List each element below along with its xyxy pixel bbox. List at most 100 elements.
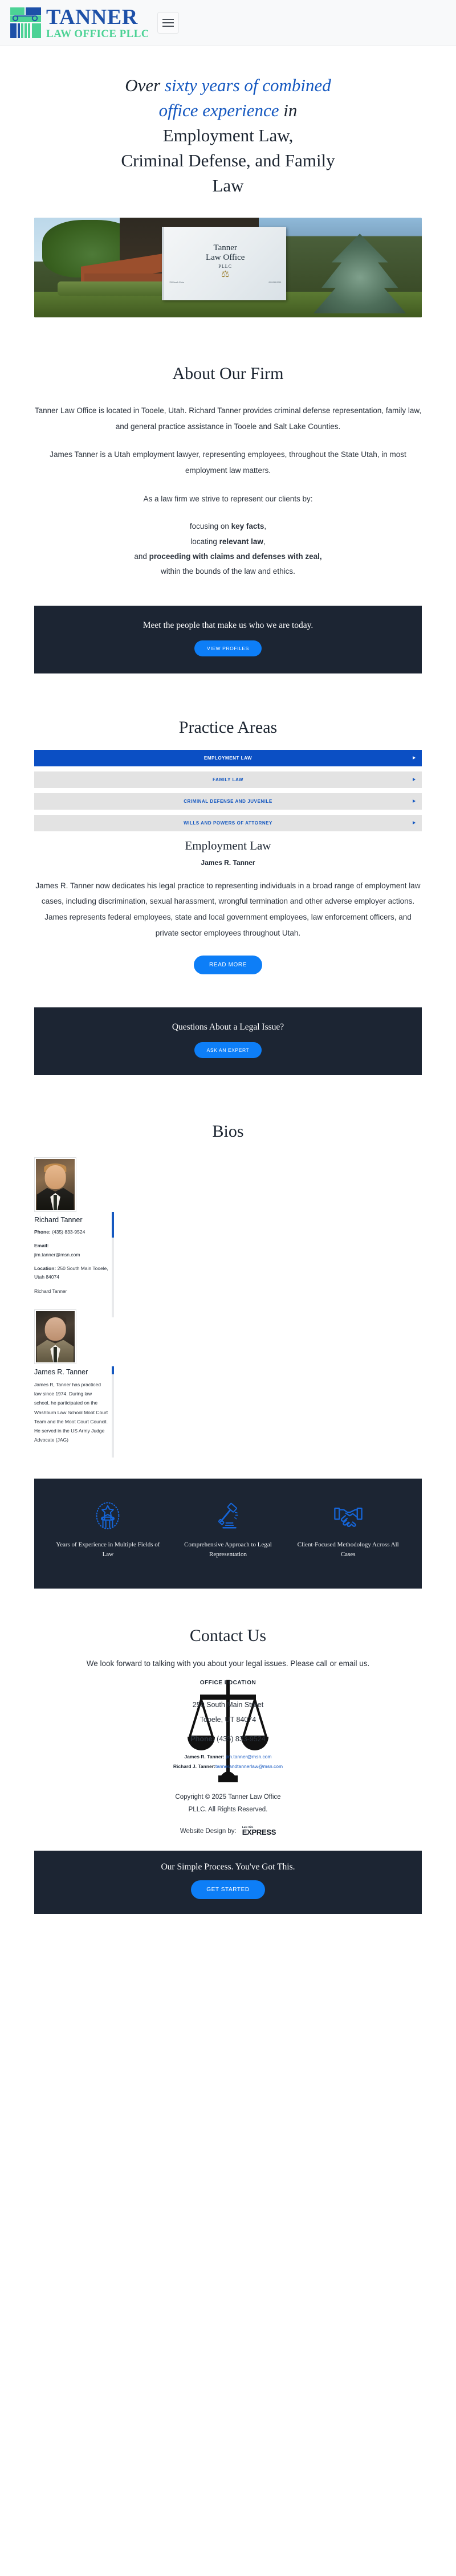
avatar-richard-tanner bbox=[34, 1157, 76, 1213]
bullet-1-bold: key facts bbox=[231, 522, 264, 531]
contact-section: Contact Us We look forward to talking wi… bbox=[0, 1589, 456, 1836]
contact-details: OFFICE LOCATION 250 South Main Street To… bbox=[34, 1679, 422, 1782]
questions-band-heading: Questions About a Legal Issue? bbox=[172, 1022, 284, 1032]
tanner-pillar-logo-icon bbox=[9, 6, 42, 39]
questions-band: Questions About a Legal Issue? ASK AN EX… bbox=[34, 1007, 422, 1076]
profiles-band-heading: Meet the people that make us who we are … bbox=[142, 620, 314, 630]
design-credit: Website Design by: Law Site EXPRESS bbox=[34, 1826, 422, 1836]
contact-email-link-richard[interactable]: tannerandtannerlaw@msn.com bbox=[215, 1763, 283, 1769]
lawsite-express-logo[interactable]: Law Site EXPRESS bbox=[242, 1826, 276, 1836]
hero-section: Over sixty years of combined office expe… bbox=[0, 46, 456, 198]
site-logo[interactable]: TANNER LAW OFFICE PLLC bbox=[9, 6, 149, 39]
panel-subheading: James R. Tanner bbox=[201, 858, 255, 867]
site-header: TANNER LAW OFFICE PLLC bbox=[0, 0, 456, 46]
view-profiles-button[interactable]: VIEW PROFILES bbox=[194, 640, 262, 656]
get-started-button[interactable]: GET STARTED bbox=[191, 1880, 265, 1900]
office-location-heading: OFFICE LOCATION bbox=[199, 1679, 256, 1686]
sign-line-2: Law Office bbox=[205, 253, 245, 263]
bullet-3-pre: and bbox=[134, 552, 149, 561]
contact-email-label: Richard J. Tanner: bbox=[173, 1763, 215, 1769]
contact-phone: Phone: (435) 833-9524 bbox=[34, 1735, 422, 1743]
contact-address-line-1: 250 South Main Street bbox=[192, 1700, 264, 1709]
sign-phone: 435-833-9524 bbox=[268, 280, 282, 284]
hamburger-bar bbox=[162, 18, 174, 20]
accordion-item-wills-and-powers-of-attorney[interactable]: WILLS AND POWERS OF ATTORNEY bbox=[34, 814, 422, 831]
hero-line1-pre: Over bbox=[125, 75, 165, 95]
contact-email-label: James R. Tanner: bbox=[184, 1754, 225, 1760]
contact-emails: James R. Tanner: jim.tanner@msn.com Rich… bbox=[34, 1752, 422, 1771]
bullet-4: within the bounds of the law and ethics. bbox=[161, 567, 295, 576]
contact-email-link-james[interactable]: jim.tanner@msn.com bbox=[226, 1754, 271, 1759]
hero-line2-post: in bbox=[279, 100, 298, 121]
bullet-2-post: , bbox=[263, 537, 266, 546]
bio-scrollbar[interactable] bbox=[112, 1366, 114, 1458]
design-credit-label: Website Design by: bbox=[180, 1827, 237, 1835]
feature-approach: Comprehensive Approach to Legal Represen… bbox=[168, 1500, 288, 1559]
accordion-item-family-law[interactable]: FAMILY LAW bbox=[34, 771, 422, 788]
contact-email-row-james: James R. Tanner: jim.tanner@msn.com bbox=[34, 1752, 422, 1762]
sign-scales-icon: ⚖ bbox=[221, 269, 230, 279]
bullet-3-bold: proceeding with claims and defenses with… bbox=[149, 552, 322, 561]
handshake-icon bbox=[290, 1500, 406, 1532]
bio-card-james-tanner: James R. Tanner James R, Tanner has prac… bbox=[34, 1309, 422, 1458]
bio-email: Email: jim.tanner@msn.com bbox=[34, 1242, 108, 1259]
footer-band-heading: Our Simple Process. You've Got This. bbox=[161, 1862, 295, 1872]
features-band: Years of Experience in Multiple Fields o… bbox=[34, 1479, 422, 1589]
hero-line5: Law bbox=[212, 175, 244, 196]
lawsite-express-main: EXPRESS bbox=[242, 1828, 276, 1837]
accordion-item-employment-law[interactable]: EMPLOYMENT LAW bbox=[34, 749, 422, 766]
copyright: Copyright © 2025 Tanner Law Office PLLC.… bbox=[34, 1791, 422, 1816]
about-section: About Our Firm Tanner Law Office is loca… bbox=[0, 317, 456, 579]
accordion-label: WILLS AND POWERS OF ATTORNEY bbox=[184, 820, 272, 826]
logo-subtitle: LAW OFFICE PLLC bbox=[46, 27, 149, 40]
about-body: Tanner Law Office is located in Tooele, … bbox=[34, 403, 422, 579]
practice-areas-title: Practice Areas bbox=[178, 717, 278, 737]
contact-phone-value[interactable]: (435) 833-9524 bbox=[215, 1735, 265, 1743]
bio-scrollbar[interactable] bbox=[112, 1212, 114, 1318]
logo-title: TANNER bbox=[46, 5, 138, 29]
chevron-right-icon bbox=[413, 778, 416, 782]
feature-client-focus: Client-Focused Methodology Across All Ca… bbox=[288, 1500, 408, 1559]
hero-heading: Over sixty years of combined office expe… bbox=[34, 73, 422, 198]
bio-email-value[interactable]: jim.tanner@msn.com bbox=[34, 1252, 80, 1258]
feature-text: Comprehensive Approach to Legal Represen… bbox=[184, 1541, 272, 1558]
avatar-james-tanner bbox=[34, 1309, 76, 1365]
bios-section: Bios Richard Tanner Phone: (435) 833-952… bbox=[0, 1075, 456, 1458]
read-more-button[interactable]: READ MORE bbox=[194, 956, 262, 975]
office-sign: Tanner Law Office PLLC ⚖ 250 South Main … bbox=[162, 226, 286, 301]
panel-heading: Employment Law bbox=[185, 838, 271, 852]
bio-email-label: Email: bbox=[34, 1243, 49, 1249]
bio-name: James R. Tanner bbox=[34, 1368, 88, 1377]
about-title: About Our Firm bbox=[172, 364, 284, 383]
about-paragraph-2: James Tanner is a Utah employment lawyer… bbox=[50, 450, 406, 475]
chevron-right-icon bbox=[413, 799, 416, 803]
accordion-label: EMPLOYMENT LAW bbox=[203, 755, 253, 761]
hamburger-bar bbox=[162, 25, 174, 27]
hero-line4: Criminal Defense, and Family bbox=[121, 150, 335, 171]
copyright-line-2: PLLC. All Rights Reserved. bbox=[188, 1806, 268, 1813]
bullet-2-pre: locating bbox=[190, 537, 219, 546]
bios-title: Bios bbox=[212, 1122, 244, 1141]
bio-description: Richard Tanner bbox=[34, 1288, 67, 1294]
bio-description: James R, Tanner has practiced law since … bbox=[34, 1382, 108, 1443]
chevron-right-icon bbox=[413, 756, 416, 760]
law-office-sign-photo: Tanner Law Office PLLC ⚖ 250 South Main … bbox=[34, 218, 422, 318]
bio-phone-value: (435) 833-9524 bbox=[50, 1229, 85, 1235]
practice-areas-accordion: EMPLOYMENT LAW FAMILY LAW CRIMINAL DEFEN… bbox=[34, 749, 422, 831]
ask-an-expert-button[interactable]: ASK AN EXPERT bbox=[194, 1042, 262, 1059]
panel-body: James R. Tanner now dedicates his legal … bbox=[34, 878, 422, 941]
feature-experience: Years of Experience in Multiple Fields o… bbox=[48, 1500, 168, 1559]
view-profiles-band: Meet the people that make us who we are … bbox=[34, 605, 422, 673]
bullet-1-pre: focusing on bbox=[189, 522, 231, 531]
hamburger-bar bbox=[162, 22, 174, 23]
gavel-icon bbox=[170, 1500, 286, 1532]
copyright-line-1: Copyright © 2025 Tanner Law Office bbox=[175, 1794, 281, 1801]
pillar-star-icon bbox=[50, 1500, 166, 1532]
feature-text: Years of Experience in Multiple Fields o… bbox=[56, 1541, 160, 1558]
practice-area-panel: Employment Law James R. Tanner James R. … bbox=[34, 836, 422, 975]
hamburger-menu-icon[interactable] bbox=[157, 11, 179, 34]
bio-location: Location: 250 South Main Tooele, Utah 84… bbox=[34, 1264, 108, 1282]
hero-line1-highlight: sixty years of combined bbox=[164, 75, 331, 95]
accordion-item-criminal-defense[interactable]: CRIMINAL DEFENSE AND JUVENILE bbox=[34, 793, 422, 810]
bio-card-richard-tanner: Richard Tanner Phone: (435) 833-9524 Ema… bbox=[34, 1157, 422, 1318]
